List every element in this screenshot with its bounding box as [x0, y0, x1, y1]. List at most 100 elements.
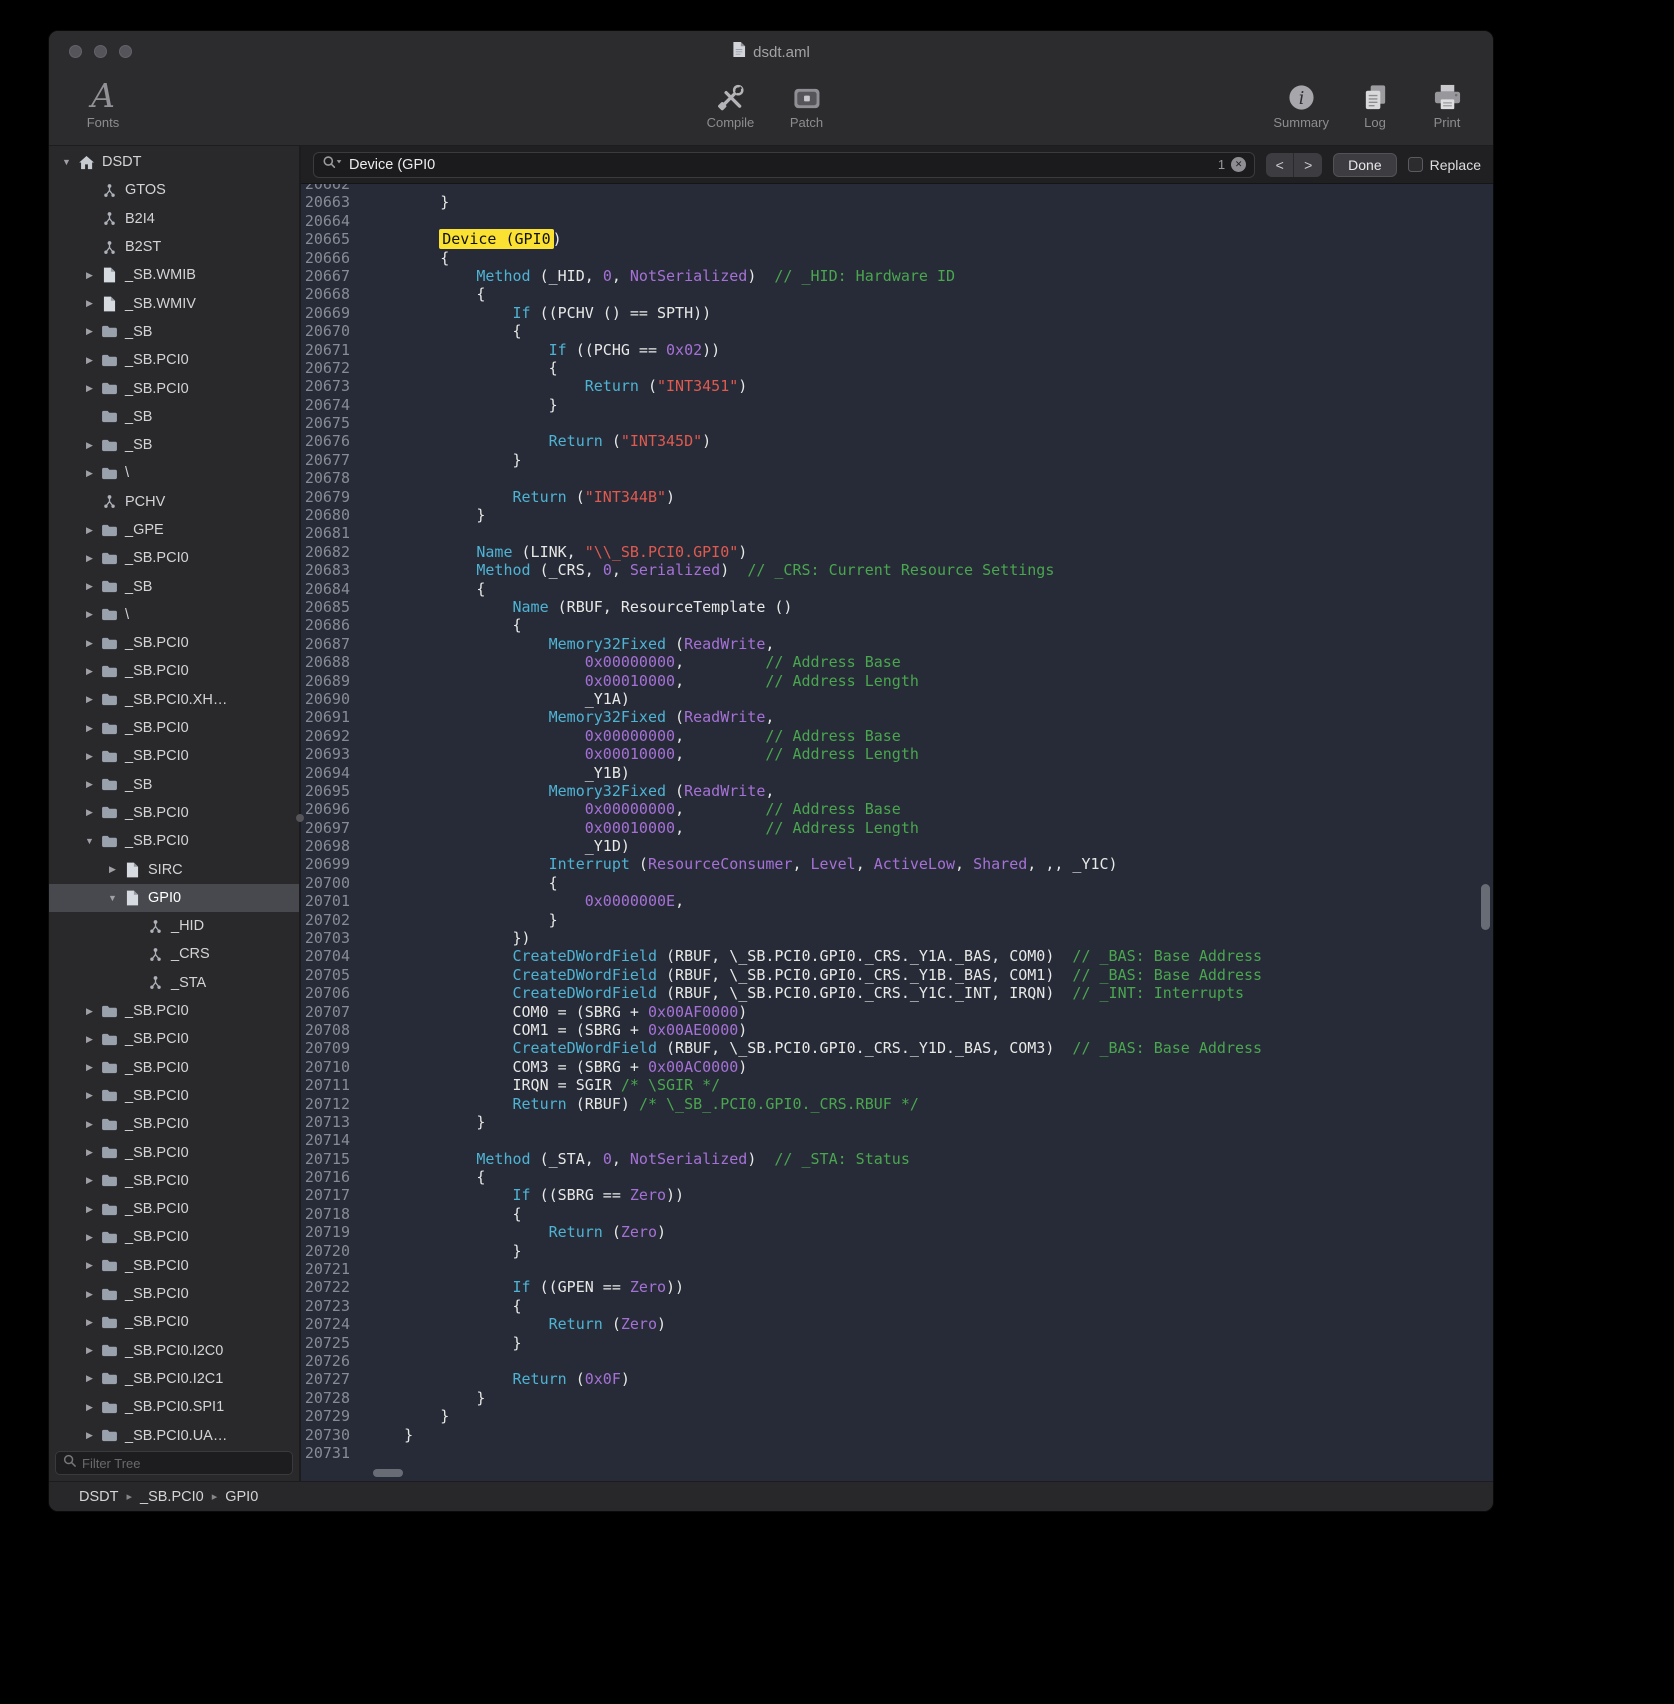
filter-field[interactable] [55, 1451, 293, 1475]
code-line[interactable]: 20662 [301, 184, 1493, 193]
code-line[interactable]: 20728 } [301, 1389, 1493, 1407]
disclosure-triangle-icon[interactable]: ▶ [82, 1232, 97, 1243]
code-line[interactable]: 20719 Return (Zero) [301, 1223, 1493, 1241]
breadcrumb-item-gpi0[interactable]: GPI0 [225, 1489, 258, 1505]
tree-item-sbpci0spi1[interactable]: ▶_SB.PCI0.SPI1 [49, 1393, 299, 1421]
tree-item-pchv[interactable]: PCHV [49, 488, 299, 516]
next-match-button[interactable]: > [1294, 153, 1322, 177]
code-line[interactable]: 20715 Method (_STA, 0, NotSerialized) //… [301, 1150, 1493, 1168]
disclosure-triangle-icon[interactable]: ▶ [82, 1034, 97, 1045]
code-line[interactable]: 20722 If ((GPEN == Zero)) [301, 1278, 1493, 1296]
code-line[interactable]: 20718 { [301, 1205, 1493, 1223]
patch-button[interactable]: Patch [780, 79, 832, 130]
code-line[interactable]: 20680 } [301, 506, 1493, 524]
code-line[interactable]: 20727 Return (0x0F) [301, 1370, 1493, 1388]
code-line[interactable]: 20706 CreateDWordField (RBUF, \_SB.PCI0.… [301, 984, 1493, 1002]
disclosure-triangle-icon[interactable]: ▶ [82, 298, 97, 309]
code-line[interactable]: 20713 } [301, 1113, 1493, 1131]
horizontal-scrollbar[interactable] [373, 1469, 403, 1477]
find-input[interactable] [349, 157, 1212, 173]
disclosure-triangle-icon[interactable]: ▶ [82, 581, 97, 592]
fonts-button[interactable]: A Fonts [77, 79, 129, 130]
code-line[interactable]: 20698 _Y1D) [301, 837, 1493, 855]
code-line[interactable]: 20677 } [301, 451, 1493, 469]
tree-item-sbpci0ua[interactable]: ▶_SB.PCI0.UA… [49, 1421, 299, 1447]
tree-item-sb[interactable]: _SB [49, 403, 299, 431]
tree-item-sbpci0[interactable]: ▶_SB.PCI0 [49, 799, 299, 827]
tree-item-sbwmib[interactable]: ▶_SB.WMIB [49, 261, 299, 289]
disclosure-triangle-icon[interactable]: ▶ [82, 723, 97, 734]
code-line[interactable]: 20731 [301, 1444, 1493, 1462]
vertical-scrollbar[interactable] [1481, 884, 1490, 930]
tree-item-sbpci0[interactable]: ▶_SB.PCI0 [49, 1252, 299, 1280]
code-line[interactable]: 20692 0x00000000, // Address Base [301, 727, 1493, 745]
tree-item-[interactable]: ▶\ [49, 601, 299, 629]
code-line[interactable]: 20665 Device (GPI0) [301, 230, 1493, 248]
code-line[interactable]: 20707 COM0 = (SBRG + 0x00AF0000) [301, 1003, 1493, 1021]
tree-item-sbpci0[interactable]: ▶_SB.PCI0 [49, 629, 299, 657]
disclosure-triangle-icon[interactable]: ▶ [105, 864, 120, 875]
disclosure-triangle-icon[interactable]: ▼ [59, 157, 74, 167]
code-line[interactable]: 20705 CreateDWordField (RBUF, \_SB.PCI0.… [301, 966, 1493, 984]
code-line[interactable]: 20712 Return (RBUF) /* \_SB_.PCI0.GPI0._… [301, 1095, 1493, 1113]
disclosure-triangle-icon[interactable]: ▶ [82, 1090, 97, 1101]
disclosure-triangle-icon[interactable]: ▶ [82, 1147, 97, 1158]
disclosure-triangle-icon[interactable]: ▶ [82, 440, 97, 451]
disclosure-triangle-icon[interactable]: ▶ [82, 355, 97, 366]
disclosure-triangle-icon[interactable]: ▶ [82, 1317, 97, 1328]
tree-item-sbpci0[interactable]: ▶_SB.PCI0 [49, 1082, 299, 1110]
disclosure-triangle-icon[interactable]: ▶ [82, 807, 97, 818]
code-line[interactable]: 20667 Method (_HID, 0, NotSerialized) //… [301, 267, 1493, 285]
tree-item-gpe[interactable]: ▶_GPE [49, 516, 299, 544]
disclosure-triangle-icon[interactable]: ▶ [82, 666, 97, 677]
code-line[interactable]: 20693 0x00010000, // Address Length [301, 745, 1493, 763]
disclosure-triangle-icon[interactable]: ▶ [82, 1373, 97, 1384]
code-line[interactable]: 20673 Return ("INT3451") [301, 377, 1493, 395]
print-button[interactable]: Print [1421, 79, 1473, 130]
tree-item-sbpci0[interactable]: ▶_SB.PCI0 [49, 1280, 299, 1308]
disclosure-triangle-icon[interactable]: ▶ [82, 1402, 97, 1413]
code-line[interactable]: 20669 If ((PCHV () == SPTH)) [301, 304, 1493, 322]
tree-item-sbpci0[interactable]: ▶_SB.PCI0 [49, 1025, 299, 1053]
code-line[interactable]: 20701 0x0000000E, [301, 892, 1493, 910]
code-line[interactable]: 20670 { [301, 322, 1493, 340]
code-line[interactable]: 20717 If ((SBRG == Zero)) [301, 1186, 1493, 1204]
code-line[interactable]: 20679 Return ("INT344B") [301, 488, 1493, 506]
tree-item-sbpci0xh[interactable]: ▶_SB.PCI0.XH… [49, 686, 299, 714]
replace-checkbox[interactable] [1408, 157, 1423, 172]
tree-item-sbpci0[interactable]: ▶_SB.PCI0 [49, 1223, 299, 1251]
code-line[interactable]: 20678 [301, 469, 1493, 487]
disclosure-triangle-icon[interactable]: ▶ [82, 609, 97, 620]
disclosure-triangle-icon[interactable]: ▶ [82, 468, 97, 479]
disclosure-triangle-icon[interactable]: ▶ [82, 1260, 97, 1271]
code-line[interactable]: 20703 }) [301, 929, 1493, 947]
code-line[interactable]: 20676 Return ("INT345D") [301, 432, 1493, 450]
disclosure-triangle-icon[interactable]: ▶ [82, 383, 97, 394]
tree-item-sb[interactable]: ▶_SB [49, 771, 299, 799]
code-line[interactable]: 20697 0x00010000, // Address Length [301, 819, 1493, 837]
tree-item-sbpci0[interactable]: ▶_SB.PCI0 [49, 544, 299, 572]
code-line[interactable]: 20696 0x00000000, // Address Base [301, 800, 1493, 818]
tree-item-sbpci0[interactable]: ▶_SB.PCI0 [49, 714, 299, 742]
tree-item-sb[interactable]: ▶_SB [49, 431, 299, 459]
disclosure-triangle-icon[interactable]: ▼ [82, 836, 97, 846]
summary-button[interactable]: i Summary [1273, 79, 1329, 130]
disclosure-triangle-icon[interactable]: ▶ [82, 638, 97, 649]
search-field[interactable]: 1 ✕ [313, 152, 1255, 178]
disclosure-triangle-icon[interactable]: ▶ [82, 326, 97, 337]
compile-button[interactable]: Compile [704, 79, 756, 130]
tree-item-sbpci0[interactable]: ▶_SB.PCI0 [49, 1167, 299, 1195]
tree-item-sbpci0[interactable]: ▶_SB.PCI0 [49, 1138, 299, 1166]
tree-item-gpi0[interactable]: ▼GPI0 [49, 884, 299, 912]
code-line[interactable]: 20726 [301, 1352, 1493, 1370]
code-line[interactable]: 20704 CreateDWordField (RBUF, \_SB.PCI0.… [301, 947, 1493, 965]
done-button[interactable]: Done [1333, 153, 1396, 177]
previous-match-button[interactable]: < [1266, 153, 1294, 177]
code-line[interactable]: 20689 0x00010000, // Address Length [301, 672, 1493, 690]
disclosure-triangle-icon[interactable]: ▶ [82, 1430, 97, 1441]
tree-item-sbpci0i2c0[interactable]: ▶_SB.PCI0.I2C0 [49, 1336, 299, 1364]
code-line[interactable]: 20699 Interrupt (ResourceConsumer, Level… [301, 855, 1493, 873]
disclosure-triangle-icon[interactable]: ▶ [82, 1062, 97, 1073]
code-line[interactable]: 20709 CreateDWordField (RBUF, \_SB.PCI0.… [301, 1039, 1493, 1057]
code-line[interactable]: 20672 { [301, 359, 1493, 377]
